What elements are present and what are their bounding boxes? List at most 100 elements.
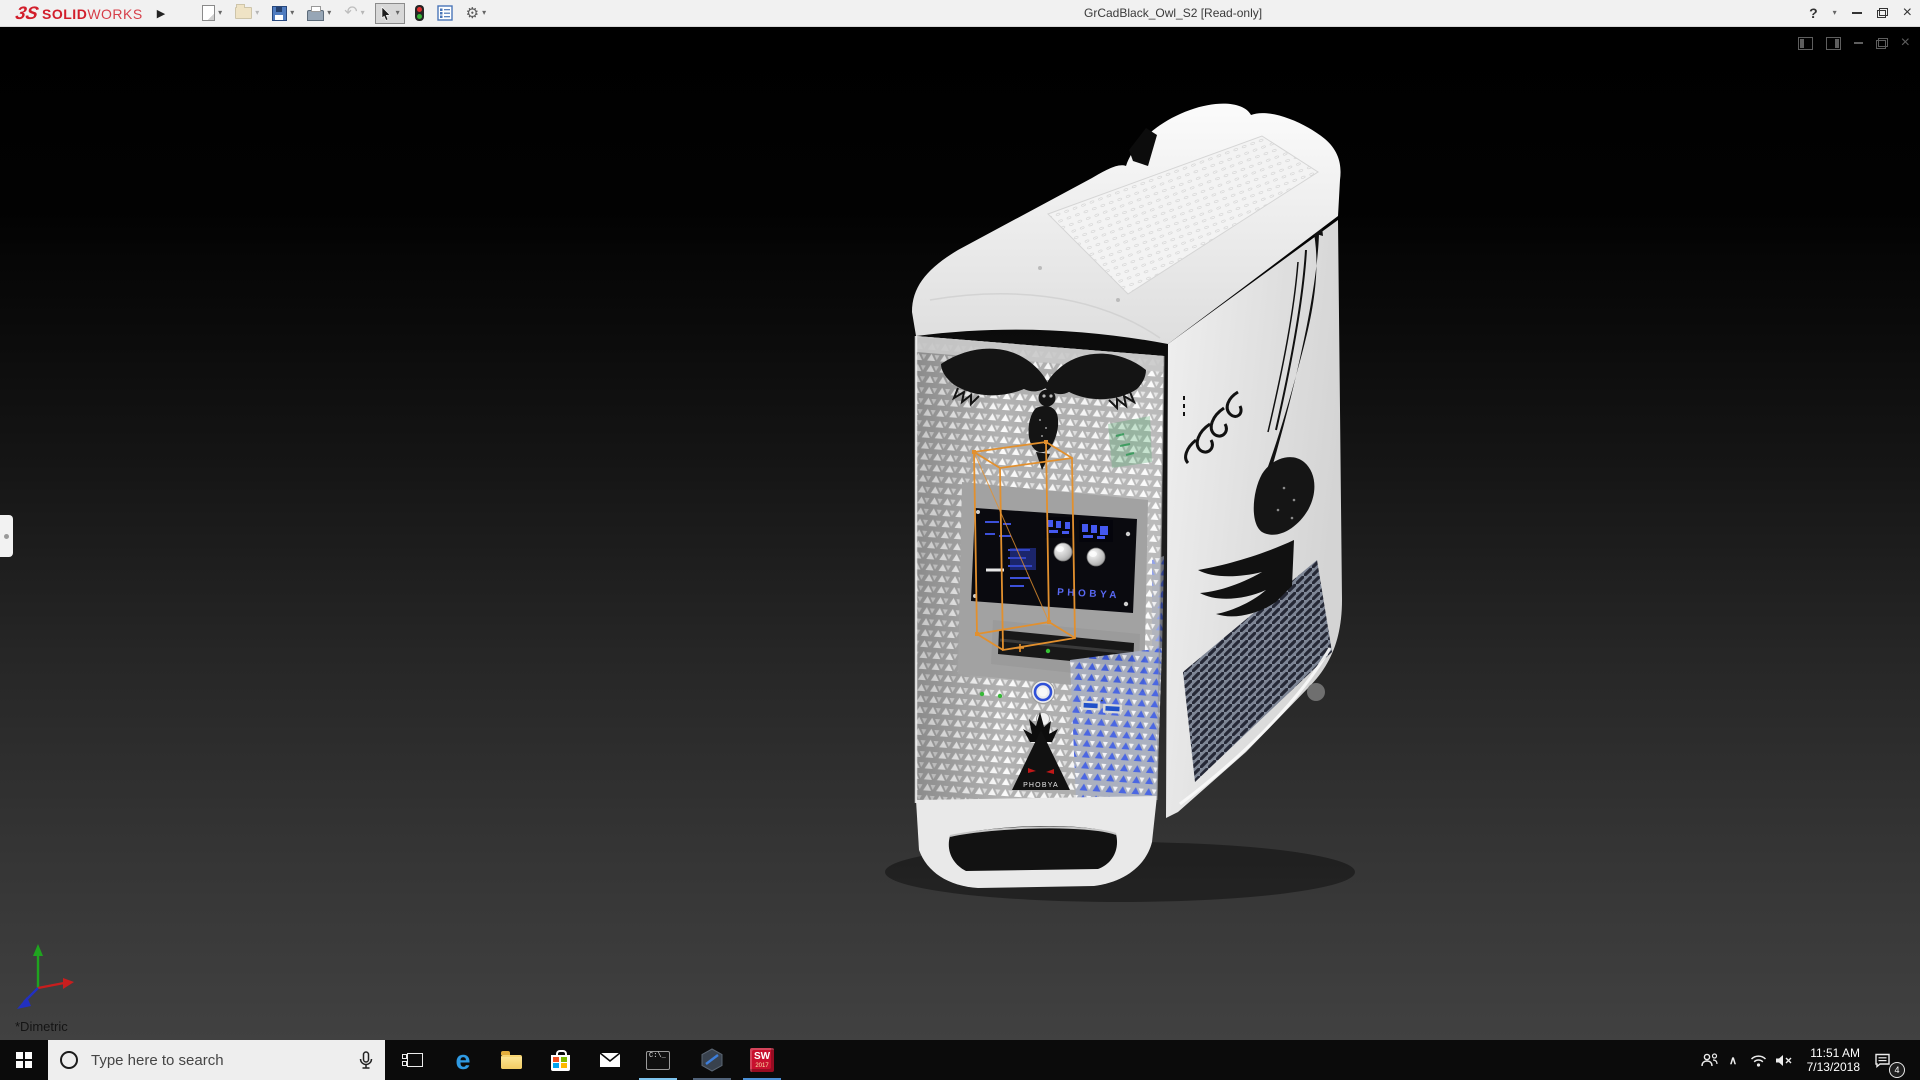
help-dropdown-caret-icon[interactable]: ▾ bbox=[1833, 9, 1837, 17]
view-orientation-label: *Dimetric bbox=[15, 1019, 68, 1034]
print-button[interactable]: ▾ bbox=[304, 3, 334, 23]
taskbar-search[interactable] bbox=[48, 1040, 385, 1080]
wifi-icon bbox=[1750, 1054, 1767, 1067]
new-dropdown-caret-icon[interactable]: ▾ bbox=[218, 9, 222, 17]
start-button[interactable] bbox=[0, 1040, 48, 1080]
model-scene[interactable]: PHOBYA bbox=[0, 26, 1920, 1040]
taskbar: e C:\_ SW 2017 bbox=[0, 1040, 1920, 1080]
microphone-icon[interactable] bbox=[359, 1051, 373, 1070]
green-sketch-patch bbox=[1108, 416, 1152, 468]
select-dropdown-caret-icon[interactable]: ▾ bbox=[396, 9, 400, 17]
app-titlebar: 3S SOLID WORKS ▶ ▾ ▾ ▾ ▾ ↶ ▾ ▾ bbox=[0, 0, 1920, 27]
top-screw bbox=[1116, 298, 1120, 302]
pane-left-icon[interactable] bbox=[1798, 37, 1813, 50]
search-input[interactable] bbox=[89, 1051, 359, 1070]
rebuild-button[interactable] bbox=[412, 3, 427, 23]
select-cursor-icon bbox=[380, 6, 392, 21]
save-floppy-icon bbox=[272, 6, 287, 21]
top-screw bbox=[1038, 266, 1042, 270]
feature-manager-collapsed-tab[interactable] bbox=[0, 515, 13, 557]
taskbar-clock[interactable]: 11:51 AM 7/13/2018 bbox=[1798, 1040, 1860, 1080]
windows-logo-icon bbox=[16, 1052, 32, 1068]
controller-blue-block bbox=[1010, 548, 1036, 570]
undo-arrow-icon: ↶ bbox=[344, 5, 357, 21]
taskbar-item-solidworks[interactable]: SW 2017 bbox=[738, 1040, 786, 1080]
doc-minimize-button[interactable] bbox=[1854, 42, 1863, 44]
taskbar-item-file-explorer[interactable] bbox=[487, 1040, 535, 1080]
options-dropdown-caret-icon[interactable]: ▾ bbox=[482, 9, 486, 17]
save-dropdown-caret-icon[interactable]: ▾ bbox=[290, 9, 294, 17]
triad-x-axis bbox=[63, 978, 74, 989]
command-prompt-icon: C:\_ bbox=[646, 1051, 670, 1070]
panel-screw bbox=[976, 510, 980, 514]
microsoft-store-icon bbox=[551, 1055, 570, 1071]
orientation-triad[interactable] bbox=[17, 944, 74, 1009]
minimize-button[interactable] bbox=[1852, 12, 1862, 14]
properties-button[interactable] bbox=[434, 3, 456, 23]
taskbar-item-composer[interactable] bbox=[688, 1040, 736, 1080]
open-document-button[interactable]: ▾ bbox=[232, 5, 262, 21]
open-folder-icon bbox=[235, 7, 252, 19]
new-document-icon bbox=[202, 5, 215, 21]
volume-button[interactable] bbox=[1771, 1040, 1797, 1080]
close-button[interactable]: × bbox=[1903, 5, 1912, 21]
drive-led bbox=[1046, 649, 1050, 653]
hexagon-app-icon bbox=[701, 1048, 723, 1072]
taskbar-item-mail[interactable] bbox=[586, 1040, 634, 1080]
cortana-circle-icon bbox=[60, 1051, 78, 1069]
gear-icon: ⚙ bbox=[466, 6, 479, 21]
power-button[interactable] bbox=[1032, 681, 1055, 704]
new-document-button[interactable]: ▾ bbox=[199, 3, 225, 23]
document-title: GrCadBlack_Owl_S2 [Read-only] bbox=[1084, 0, 1262, 26]
help-button[interactable]: ? bbox=[1809, 5, 1818, 21]
status-led bbox=[980, 692, 984, 696]
select-tool-button[interactable]: ▾ bbox=[375, 3, 405, 24]
speaker-muted-icon bbox=[1775, 1054, 1793, 1067]
task-view-icon bbox=[407, 1053, 423, 1067]
chevron-up-icon: ∧ bbox=[1729, 1054, 1737, 1067]
print-dropdown-caret-icon[interactable]: ▾ bbox=[327, 9, 331, 17]
restore-button[interactable] bbox=[1877, 8, 1888, 18]
brand-text-light: WORKS bbox=[87, 6, 142, 22]
knob-highlight bbox=[1089, 551, 1097, 557]
notification-badge: 4 bbox=[1889, 1062, 1905, 1078]
taskbar-item-cmd[interactable]: C:\_ bbox=[634, 1040, 682, 1080]
task-view-button[interactable] bbox=[391, 1040, 439, 1080]
options-button[interactable]: ⚙ ▾ bbox=[463, 4, 489, 23]
clock-date: 7/13/2018 bbox=[1807, 1060, 1860, 1074]
document-window-controls: × bbox=[1798, 35, 1910, 51]
open-dropdown-caret-icon[interactable]: ▾ bbox=[255, 9, 259, 17]
fan-controller-panel[interactable]: PHOBYA bbox=[971, 508, 1137, 613]
network-button[interactable] bbox=[1746, 1040, 1770, 1080]
save-button[interactable]: ▾ bbox=[269, 4, 297, 23]
quick-toolbar: ▾ ▾ ▾ ▾ ↶ ▾ ▾ bbox=[199, 3, 489, 24]
sw-icon-label: SW bbox=[754, 1052, 770, 1062]
cmd-icon-label: C:\_ bbox=[649, 1052, 666, 1060]
clock-time: 11:51 AM bbox=[1810, 1046, 1860, 1060]
undo-dropdown-caret-icon[interactable]: ▾ bbox=[361, 9, 365, 17]
undo-button[interactable]: ↶ ▾ bbox=[341, 3, 367, 23]
controller-knob[interactable] bbox=[1054, 543, 1072, 561]
doc-close-button[interactable]: × bbox=[1901, 35, 1910, 51]
printer-icon bbox=[307, 10, 324, 21]
edge-icon: e bbox=[455, 1047, 470, 1074]
people-button[interactable] bbox=[1696, 1040, 1722, 1080]
triangle-brand-text: PHOBYA bbox=[1023, 782, 1059, 789]
menu-flyout-arrow-icon[interactable]: ▶ bbox=[157, 7, 165, 20]
taskbar-item-edge[interactable]: e bbox=[439, 1040, 487, 1080]
doc-restore-button[interactable] bbox=[1876, 38, 1888, 49]
controller-knob[interactable] bbox=[1087, 548, 1105, 566]
taskbar-item-store[interactable] bbox=[536, 1040, 584, 1080]
tray-overflow-chevron[interactable]: ∧ bbox=[1722, 1040, 1744, 1080]
model-pc-case[interactable]: PHOBYA bbox=[885, 104, 1355, 902]
pane-right-icon[interactable] bbox=[1826, 37, 1841, 50]
mail-icon bbox=[600, 1053, 620, 1067]
blue-mesh-edge bbox=[1152, 556, 1164, 652]
panel-screw bbox=[1126, 532, 1130, 536]
graphics-area[interactable]: × bbox=[0, 26, 1920, 1040]
sw-icon-year: 2017 bbox=[755, 1063, 768, 1069]
triad-z-axis bbox=[17, 997, 31, 1009]
blue-mesh-region bbox=[1070, 648, 1162, 800]
people-icon bbox=[1700, 1053, 1719, 1068]
panel-screw bbox=[1124, 602, 1128, 606]
